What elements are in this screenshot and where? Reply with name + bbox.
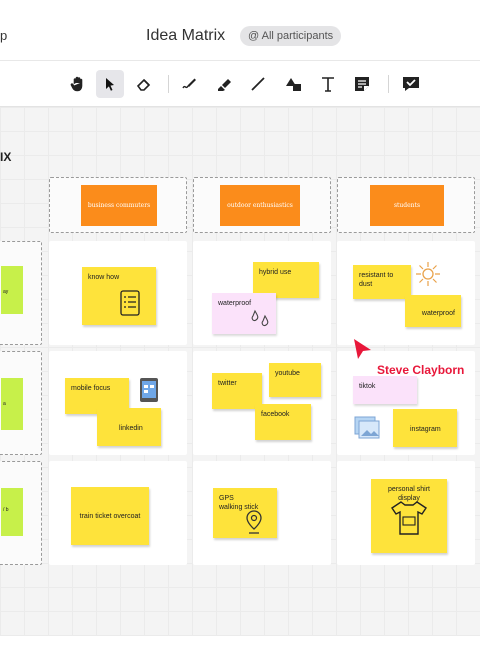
drawing-toolbar bbox=[0, 60, 480, 107]
matrix-cell[interactable]: train ticket overcoat bbox=[49, 461, 187, 565]
matrix-cell[interactable]: GPS walking stick bbox=[193, 461, 331, 565]
board-title: Idea Matrix bbox=[146, 27, 226, 44]
toolbar-divider bbox=[168, 75, 169, 93]
sticky-note[interactable]: linkedin bbox=[97, 408, 161, 446]
checklist-icon bbox=[120, 290, 140, 316]
select-tool[interactable] bbox=[96, 70, 124, 98]
pen-icon bbox=[182, 78, 196, 89]
column-header-note[interactable]: outdoor enthusiastics bbox=[220, 185, 300, 226]
tablet-icon bbox=[140, 378, 158, 402]
column-header-note[interactable]: students bbox=[370, 185, 444, 226]
row-header-cell[interactable]: a bbox=[0, 351, 42, 455]
participants-badge[interactable]: @ All participants bbox=[240, 26, 342, 46]
matrix-cell[interactable]: know how bbox=[49, 241, 187, 345]
line-tool[interactable] bbox=[244, 70, 272, 98]
water-drops-icon bbox=[251, 309, 269, 327]
hand-tool[interactable] bbox=[64, 70, 92, 98]
matrix-cell[interactable]: personal shirt display bbox=[337, 461, 475, 565]
row-header-note[interactable]: / b bbox=[1, 488, 23, 536]
sticky-note[interactable]: resistant to dust bbox=[353, 265, 411, 299]
location-pin-icon bbox=[246, 510, 262, 534]
images-icon bbox=[354, 416, 380, 439]
row-header-note[interactable]: ay bbox=[1, 266, 23, 314]
sticky-note-label: instagram bbox=[410, 426, 441, 433]
sticky-note-icon bbox=[355, 77, 369, 91]
text-tool[interactable] bbox=[314, 70, 342, 98]
text-icon bbox=[322, 77, 334, 92]
sticky-note[interactable]: waterproof bbox=[405, 295, 461, 327]
toolbar-divider bbox=[388, 75, 389, 93]
eraser-icon bbox=[136, 78, 151, 91]
matrix-cell[interactable]: youtube twitter facebook bbox=[193, 351, 331, 455]
collaborator-name-label: Steve Clayborn bbox=[377, 363, 465, 377]
shapes-icon bbox=[286, 78, 301, 91]
highlighter-icon bbox=[218, 79, 231, 91]
sticky-note[interactable]: tiktok bbox=[353, 376, 417, 404]
top-header: p Idea Matrix @ All participants bbox=[0, 0, 480, 60]
sun-icon bbox=[416, 262, 440, 286]
sticky-note[interactable]: youtube bbox=[269, 363, 321, 397]
collaborator-cursor-icon bbox=[354, 339, 371, 359]
row-header-note[interactable]: a bbox=[1, 378, 23, 430]
sticky-note[interactable]: instagram bbox=[393, 409, 457, 447]
column-header-cell[interactable]: business commuters bbox=[49, 177, 187, 233]
column-header-cell[interactable]: outdoor enthusiastics bbox=[193, 177, 331, 233]
pen-tool[interactable] bbox=[176, 70, 204, 98]
matrix-cell[interactable]: hybrid use waterproof bbox=[193, 241, 331, 345]
row-header-cell[interactable]: ay bbox=[0, 241, 42, 345]
sticky-note-tool[interactable] bbox=[348, 70, 376, 98]
t-shirt-icon bbox=[391, 501, 427, 535]
hand-icon bbox=[70, 76, 83, 92]
matrix-cell[interactable]: resistant to dust waterproof bbox=[337, 241, 475, 345]
row-header-cell[interactable]: / b bbox=[0, 461, 42, 565]
pointer-icon bbox=[106, 78, 114, 91]
matrix-cell[interactable]: mobile focus linkedin bbox=[49, 351, 187, 455]
line-icon bbox=[251, 77, 265, 91]
highlighter-tool[interactable] bbox=[210, 70, 238, 98]
bottom-bar bbox=[0, 636, 480, 650]
sticky-note[interactable]: train ticket overcoat bbox=[71, 487, 149, 545]
shapes-tool[interactable] bbox=[280, 70, 308, 98]
matrix-title: IX bbox=[0, 150, 12, 164]
back-label[interactable]: p bbox=[0, 28, 7, 43]
eraser-tool[interactable] bbox=[130, 70, 158, 98]
column-header-note[interactable]: business commuters bbox=[81, 185, 157, 226]
column-header-cell[interactable]: students bbox=[337, 177, 475, 233]
sticky-note[interactable]: facebook bbox=[255, 404, 311, 440]
feedback-tool[interactable] bbox=[397, 70, 425, 98]
sticky-note-label: linkedin bbox=[119, 425, 143, 432]
feedback-icon bbox=[403, 77, 419, 91]
